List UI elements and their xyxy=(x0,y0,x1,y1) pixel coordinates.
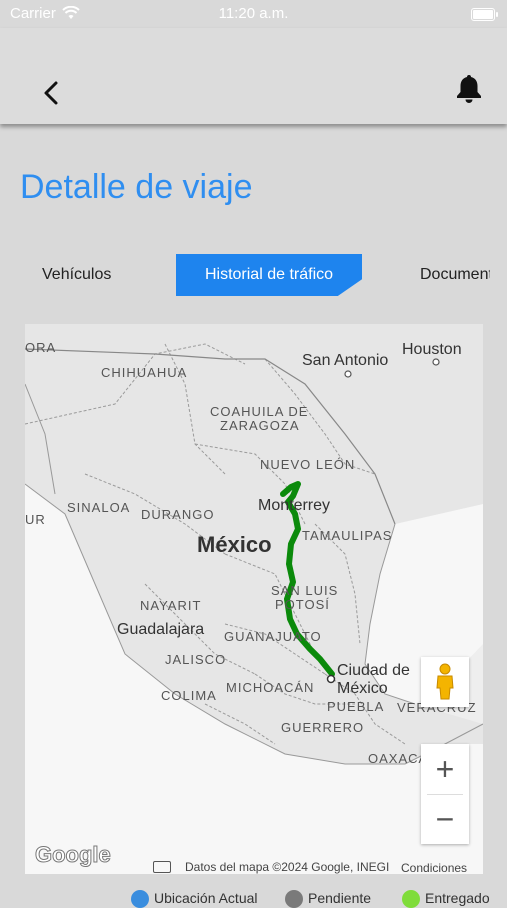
pegman-icon xyxy=(436,663,454,700)
legend-delivered-icon xyxy=(402,890,420,908)
state-label: COAHUILA DE xyxy=(210,404,309,419)
state-label: JALISCO xyxy=(165,652,227,667)
city-label: Houston xyxy=(402,341,462,358)
back-arrow-icon[interactable] xyxy=(38,78,66,108)
state-label: TAMAULIPAS xyxy=(302,528,393,543)
state-label: OAXACA xyxy=(368,751,429,766)
tab-historial-de-trafico[interactable]: Historial de tráfico xyxy=(176,254,362,296)
bell-icon[interactable] xyxy=(454,73,484,105)
city-label: Guadalajara xyxy=(117,621,205,638)
page-title: Detalle de viaje xyxy=(20,168,253,206)
zoom-controls: + − xyxy=(421,744,469,844)
state-label: COLIMA xyxy=(161,688,217,703)
state-label: UR xyxy=(25,512,46,527)
state-label: ORA xyxy=(25,340,57,355)
battery-icon xyxy=(471,8,498,21)
legend-label-delivered: Entregado xyxy=(425,890,490,906)
state-label: SAN LUIS xyxy=(271,583,339,598)
legend-pending-icon xyxy=(285,890,303,908)
state-label: NUEVO LEÓN xyxy=(260,457,356,472)
tab-documentos-container[interactable]: Documentos xyxy=(418,254,490,296)
city-label: San Antonio xyxy=(302,352,389,369)
state-label: SINALOA xyxy=(67,500,131,515)
city-label: México xyxy=(337,680,388,697)
state-label: MICHOACÁN xyxy=(226,680,315,695)
zoom-out-button[interactable]: − xyxy=(421,794,469,844)
street-view-pegman[interactable] xyxy=(421,657,469,707)
keyboard-shortcuts-icon[interactable] xyxy=(153,861,171,873)
legend-label-current: Ubicación Actual xyxy=(154,890,258,906)
zoom-in-button[interactable]: + xyxy=(421,744,469,794)
clock: 11:20 a.m. xyxy=(218,5,289,22)
google-logo: Google xyxy=(35,842,112,868)
state-label: PUEBLA xyxy=(327,699,385,714)
status-bar: Carrier 11:20 a.m. xyxy=(0,0,507,28)
navigation-bar xyxy=(0,28,507,124)
state-label: DURANGO xyxy=(141,507,215,522)
route-map[interactable]: ORA CHIHUAHUA San Antonio Houston COAHUI… xyxy=(25,324,483,874)
city-label: Ciudad de xyxy=(337,662,410,679)
map-attribution: Datos del mapa ©2024 Google, INEGI xyxy=(185,860,390,874)
country-label: México xyxy=(197,532,272,557)
state-label: CHIHUAHUA xyxy=(101,365,188,380)
state-label: GUANAJUATO xyxy=(224,629,322,644)
state-label: POTOSÍ xyxy=(275,597,330,612)
state-label: GUERRERO xyxy=(281,720,365,735)
tab-documentos[interactable]: Documentos xyxy=(420,254,490,296)
legend-label-pending: Pendiente xyxy=(308,890,372,906)
map-terms-link[interactable]: Condiciones xyxy=(401,861,467,874)
tab-vehiculos[interactable]: Vehículos xyxy=(42,254,111,296)
state-label: ZARAGOZA xyxy=(220,418,300,433)
city-label: Monterrey xyxy=(258,497,331,514)
state-label: NAYARIT xyxy=(140,598,202,613)
legend-current-location-icon xyxy=(131,890,149,908)
